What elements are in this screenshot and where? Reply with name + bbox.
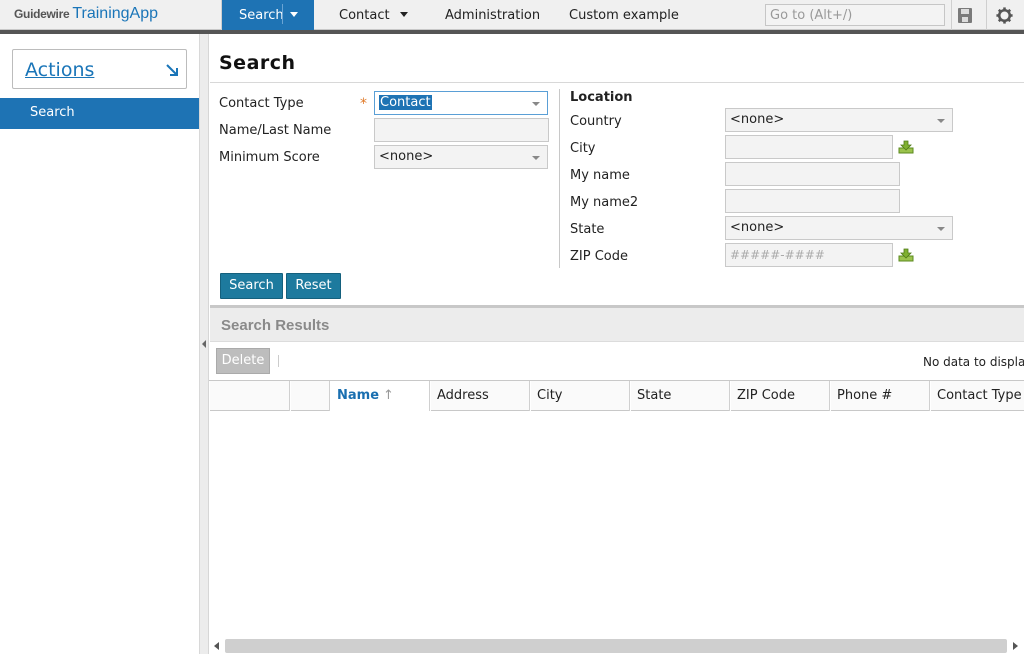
tab-contact[interactable]: Contact <box>339 8 408 23</box>
scrollbar-thumb[interactable] <box>225 639 1007 653</box>
top-navigation-bar: Guidewire TrainingApp Search Contact Admi… <box>0 0 1024 30</box>
column-header-city[interactable]: City <box>530 381 630 411</box>
toolbar-divider <box>278 355 279 367</box>
contact-type-select[interactable]: Contact <box>374 91 548 115</box>
min-score-value: <none> <box>379 149 434 164</box>
sidebar-item-search[interactable]: Search <box>0 98 199 129</box>
results-header: Search Results <box>210 308 1024 342</box>
brand-company: Guidewire <box>14 7 70 21</box>
actions-button[interactable]: Actions <box>12 49 187 89</box>
app-logo[interactable]: Guidewire TrainingApp <box>14 5 158 23</box>
column-header-phone[interactable]: Phone # <box>830 381 930 411</box>
results-table-header: Name ↑ Address City State ZIP Code Phone … <box>209 380 1024 411</box>
title-divider <box>210 82 1024 83</box>
sidebar: Actions Search <box>0 34 200 654</box>
min-score-select[interactable]: <none> <box>374 145 548 169</box>
city-input[interactable] <box>725 135 893 159</box>
min-score-label: Minimum Score <box>219 150 320 165</box>
chevron-down-icon[interactable] <box>399 12 408 17</box>
tab-search-label: Search <box>239 8 284 23</box>
required-indicator: * <box>360 96 367 112</box>
save-icon[interactable] <box>958 8 972 23</box>
column-indicator <box>290 381 330 411</box>
actions-label: Actions <box>25 59 95 81</box>
sidebar-item-label: Search <box>30 105 75 120</box>
arrow-down-right-icon <box>166 64 178 76</box>
delete-button[interactable]: Delete <box>216 348 270 374</box>
sort-ascending-icon: ↑ <box>383 388 394 403</box>
country-value: <none> <box>730 112 785 127</box>
scroll-left-icon[interactable] <box>214 642 219 650</box>
picker-icon[interactable] <box>898 140 914 154</box>
contact-type-label: Contact Type <box>219 96 304 111</box>
state-select[interactable]: <none> <box>725 216 953 240</box>
tab-administration[interactable]: Administration <box>445 8 540 23</box>
my-name-input[interactable] <box>725 162 900 186</box>
state-value: <none> <box>730 220 785 235</box>
name-input[interactable] <box>374 118 549 142</box>
toolbar-divider <box>951 0 952 30</box>
horizontal-scrollbar[interactable] <box>209 638 1024 654</box>
tab-contact-label: Contact <box>339 8 390 23</box>
brand-app-name: TrainingApp <box>72 5 159 22</box>
zip-input[interactable]: #####-#### <box>725 243 893 267</box>
panel-splitter[interactable] <box>200 34 209 654</box>
tab-search[interactable]: Search <box>222 0 314 30</box>
state-label: State <box>570 222 605 237</box>
picker-icon[interactable] <box>898 248 914 262</box>
my-name2-input[interactable] <box>725 189 900 213</box>
page-title: Search <box>219 52 296 74</box>
goto-input[interactable]: Go to (Alt+/) <box>765 4 945 26</box>
collapse-left-icon[interactable] <box>202 340 206 348</box>
chevron-down-icon[interactable] <box>290 12 298 17</box>
zip-placeholder: #####-#### <box>730 248 825 262</box>
column-header-address[interactable]: Address <box>430 381 530 411</box>
column-divider <box>559 89 560 268</box>
toolbar-divider <box>986 0 987 30</box>
contact-type-value: Contact <box>379 95 432 110</box>
chevron-down-icon <box>532 156 540 160</box>
name-label: Name/Last Name <box>219 123 332 138</box>
country-label: Country <box>570 114 622 129</box>
reset-button[interactable]: Reset <box>286 273 341 299</box>
column-header-zip[interactable]: ZIP Code <box>730 381 830 411</box>
column-header-state[interactable]: State <box>630 381 730 411</box>
city-label: City <box>570 141 596 156</box>
my-name2-label: My name2 <box>570 195 639 210</box>
location-heading: Location <box>570 90 633 105</box>
search-button[interactable]: Search <box>220 273 283 299</box>
my-name-label: My name <box>570 168 630 183</box>
chevron-down-icon <box>937 227 945 231</box>
tab-custom-example[interactable]: Custom example <box>569 8 679 23</box>
empty-results-text: No data to display <box>923 355 1024 369</box>
column-header-name[interactable]: Name ↑ <box>330 381 430 411</box>
results-title: Search Results <box>221 317 330 334</box>
chevron-down-icon <box>937 119 945 123</box>
zip-label: ZIP Code <box>570 249 628 264</box>
column-name-label: Name <box>337 388 380 403</box>
scroll-right-icon[interactable] <box>1013 642 1018 650</box>
tab-split-divider <box>282 4 283 24</box>
chevron-down-icon <box>532 102 540 106</box>
country-select[interactable]: <none> <box>725 108 953 132</box>
gear-icon[interactable] <box>996 7 1013 24</box>
column-header-contact-type[interactable]: Contact Type <box>930 381 1024 411</box>
column-checkbox[interactable] <box>209 381 290 411</box>
